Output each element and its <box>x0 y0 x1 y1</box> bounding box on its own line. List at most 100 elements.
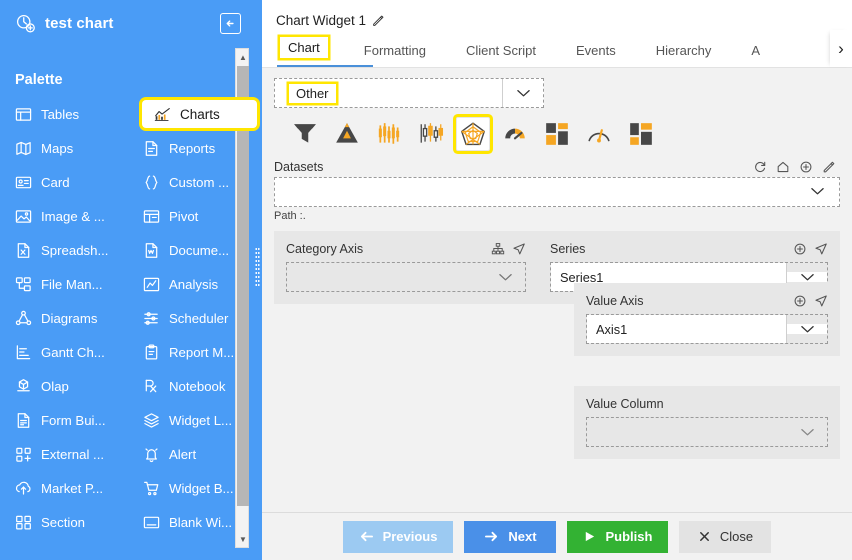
map-icon <box>14 139 32 157</box>
widget-basket-icon <box>142 479 160 497</box>
sidebar-item-spreadsh[interactable]: Spreadsh... <box>14 233 142 267</box>
chart-type-icon-row <box>274 112 840 156</box>
sidebar-item-image[interactable]: Image & ... <box>14 199 142 233</box>
publish-button[interactable]: Publish <box>567 520 669 553</box>
category-axis-panel: Category Axis <box>274 231 538 304</box>
sidebar-item-charts[interactable]: Charts <box>142 100 257 128</box>
value-axis-panel: Value Axis Axis1 <box>574 283 840 356</box>
chart-type-row: Other <box>274 78 840 108</box>
value-column-label: Value Column <box>586 396 664 411</box>
treemap-chart-icon[interactable] <box>540 117 574 151</box>
card-icon <box>14 173 32 191</box>
home-icon[interactable] <box>776 160 790 174</box>
chevron-down-icon[interactable] <box>787 427 827 437</box>
chevron-down-icon[interactable] <box>503 79 543 107</box>
sidebar-item-diagrams[interactable]: Diagrams <box>14 301 142 335</box>
play-icon <box>583 530 596 543</box>
tab-hierarchy[interactable]: Hierarchy <box>656 43 712 67</box>
braces-icon <box>142 173 160 191</box>
sidebar-item-label: Maps <box>41 140 74 156</box>
sidebar-item-file-man[interactable]: File Man... <box>14 267 142 301</box>
navigate-icon[interactable] <box>814 242 828 256</box>
category-axis-select[interactable] <box>286 262 526 292</box>
sidebar-item-label: Notebook <box>169 378 226 394</box>
add-icon[interactable] <box>799 160 813 174</box>
tab-a[interactable]: A <box>751 43 760 67</box>
gantt-icon <box>14 343 32 361</box>
pivot-icon <box>142 207 160 225</box>
sidebar-item-form-bui[interactable]: Form Bui... <box>14 403 142 437</box>
value-column-select[interactable] <box>586 417 828 447</box>
close-button[interactable]: Close <box>679 520 772 553</box>
candlestick-chart-icon[interactable] <box>372 117 406 151</box>
chart-group-value: Other <box>289 83 336 103</box>
sidebar-item-label: Report M... <box>169 344 235 360</box>
value-axis-select[interactable]: Axis1 <box>586 314 828 344</box>
marketplace-icon <box>14 479 32 497</box>
treemap2-chart-icon[interactable] <box>624 117 658 151</box>
sidebar-item-label: Blank Wi... <box>169 514 233 530</box>
datasets-select[interactable] <box>274 177 840 207</box>
sidebar-item-label: Charts <box>180 106 220 122</box>
tab-client-script[interactable]: Client Script <box>466 43 536 67</box>
add-icon[interactable] <box>793 294 807 308</box>
boxplot-chart-icon[interactable] <box>414 117 448 151</box>
footer-button-bar: Previous Next Publish Close <box>262 512 852 560</box>
chevron-right-icon[interactable]: › <box>830 30 852 67</box>
next-button[interactable]: Next <box>464 520 557 553</box>
scroll-up-icon[interactable]: ▲ <box>236 49 250 65</box>
sidebar-scrollbar-thumb[interactable] <box>237 66 249 506</box>
blank-widget-icon <box>142 513 160 531</box>
navigate-icon[interactable] <box>512 242 526 256</box>
hierarchy-icon[interactable] <box>491 242 505 256</box>
edit-icon[interactable] <box>822 160 836 174</box>
tab-chart[interactable]: Chart <box>280 37 328 58</box>
add-icon[interactable] <box>793 242 807 256</box>
sidebar-item-label: Reports <box>169 140 216 156</box>
sidebar-item-label: Image & ... <box>41 208 105 224</box>
sidebar-item-label: Docume... <box>169 242 230 258</box>
datasets-label: Datasets <box>274 160 324 174</box>
funnel-chart-icon[interactable] <box>288 117 322 151</box>
chart-group-select[interactable]: Other <box>274 78 544 108</box>
tab-formatting[interactable]: Formatting <box>364 43 426 67</box>
splitter-grip[interactable] <box>255 247 260 287</box>
sidebar-item-tables[interactable]: Tables <box>14 97 142 131</box>
speedometer-chart-icon[interactable] <box>582 117 616 151</box>
refresh-icon[interactable] <box>753 160 767 174</box>
prev-button[interactable]: Previous <box>342 520 454 553</box>
report-manager-icon <box>142 343 160 361</box>
sidebar-header: test chart <box>0 0 253 46</box>
sidebar-item-maps[interactable]: Maps <box>14 131 142 165</box>
olap-icon <box>14 377 32 395</box>
next-button-label: Next <box>508 529 537 544</box>
navigate-icon[interactable] <box>814 294 828 308</box>
category-axis-value <box>287 263 485 291</box>
sidebar-item-label: Widget B... <box>169 480 234 496</box>
sidebar-item-gantt-ch[interactable]: Gantt Ch... <box>14 335 142 369</box>
chevron-down-icon[interactable] <box>787 324 827 334</box>
palette-label: Palette <box>15 72 63 88</box>
sidebar-item-external[interactable]: External ... <box>14 437 142 471</box>
sidebar-item-section[interactable]: Section <box>14 505 142 539</box>
tab-events[interactable]: Events <box>576 43 616 67</box>
sidebar-item-market-p[interactable]: Market P... <box>14 471 142 505</box>
section-icon <box>14 513 32 531</box>
scroll-down-icon[interactable]: ▼ <box>236 531 250 547</box>
chevron-down-icon[interactable] <box>485 272 525 282</box>
edit-pencil-icon[interactable] <box>372 14 385 27</box>
series-label: Series <box>550 241 586 256</box>
sidebar-item-olap[interactable]: Olap <box>14 369 142 403</box>
gauge-chart-icon[interactable] <box>498 117 532 151</box>
diagram-icon <box>14 309 32 327</box>
arrow-left-boxed-icon[interactable] <box>220 12 241 34</box>
radar-chart-icon[interactable] <box>456 117 490 151</box>
chevron-down-icon[interactable] <box>810 183 825 201</box>
panel-splitter[interactable] <box>253 0 262 560</box>
pyramid-chart-icon[interactable] <box>330 117 364 151</box>
sidebar-item-card[interactable]: Card <box>14 165 142 199</box>
chevron-down-icon[interactable] <box>787 272 827 282</box>
sidebar-item-label: Diagrams <box>41 310 98 326</box>
chart-add-icon <box>14 12 36 34</box>
document-icon <box>142 241 160 259</box>
